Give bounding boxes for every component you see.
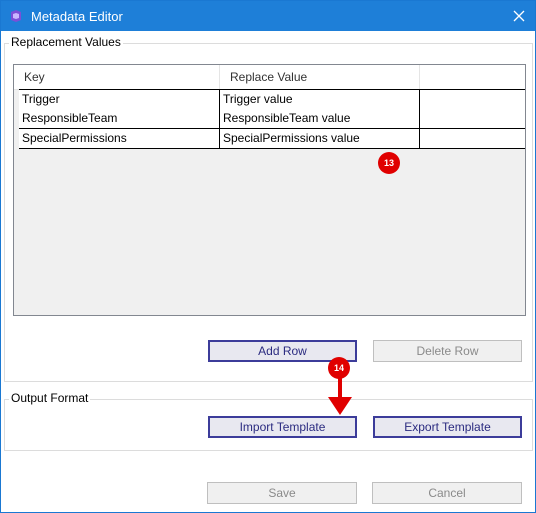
column-header-key[interactable]: Key xyxy=(14,65,220,89)
annotation-badge-14: 14 xyxy=(328,357,350,379)
cancel-button[interactable]: Cancel xyxy=(372,482,522,504)
window-title: Metadata Editor xyxy=(31,9,123,24)
export-template-button[interactable]: Export Template xyxy=(373,416,522,438)
output-format-label: Output Format xyxy=(9,391,91,405)
import-template-button[interactable]: Import Template xyxy=(208,416,357,438)
metadata-editor-window: Metadata Editor Replacement Values Key R… xyxy=(0,0,536,513)
row-key-cell[interactable]: SpecialPermissions xyxy=(19,129,220,148)
close-icon xyxy=(513,10,525,22)
row-filler-cell xyxy=(420,129,525,148)
title-bar: Metadata Editor xyxy=(1,1,535,31)
annotation-arrow-icon xyxy=(328,377,352,415)
row-key-cell[interactable]: ResponsibleTeam xyxy=(19,109,220,128)
row-filler-cell xyxy=(420,90,525,109)
row-value-cell[interactable]: SpecialPermissions value xyxy=(220,129,420,148)
replacement-values-label: Replacement Values xyxy=(9,35,123,49)
row-value-cell[interactable]: Trigger value xyxy=(220,90,420,109)
column-header-filler xyxy=(420,65,525,89)
table-row[interactable]: Trigger Trigger value xyxy=(19,89,525,110)
app-logo-icon xyxy=(11,10,21,22)
close-button[interactable] xyxy=(507,4,531,28)
column-header-replace-value[interactable]: Replace Value xyxy=(220,65,420,89)
row-value-cell[interactable]: ResponsibleTeam value xyxy=(220,109,420,128)
delete-row-button[interactable]: Delete Row xyxy=(373,340,522,362)
replacement-values-grid[interactable]: Key Replace Value Trigger Trigger value … xyxy=(13,64,526,316)
save-button[interactable]: Save xyxy=(207,482,357,504)
row-key-cell[interactable]: Trigger xyxy=(19,90,220,109)
grid-header: Key Replace Value xyxy=(14,65,525,90)
row-filler-cell xyxy=(420,109,525,128)
table-row[interactable]: ResponsibleTeam ResponsibleTeam value xyxy=(19,109,525,129)
table-row[interactable]: SpecialPermissions SpecialPermissions va… xyxy=(19,129,525,149)
annotation-badge-13: 13 xyxy=(378,152,400,174)
dialog-content: Replacement Values Key Replace Value Tri… xyxy=(1,31,535,512)
